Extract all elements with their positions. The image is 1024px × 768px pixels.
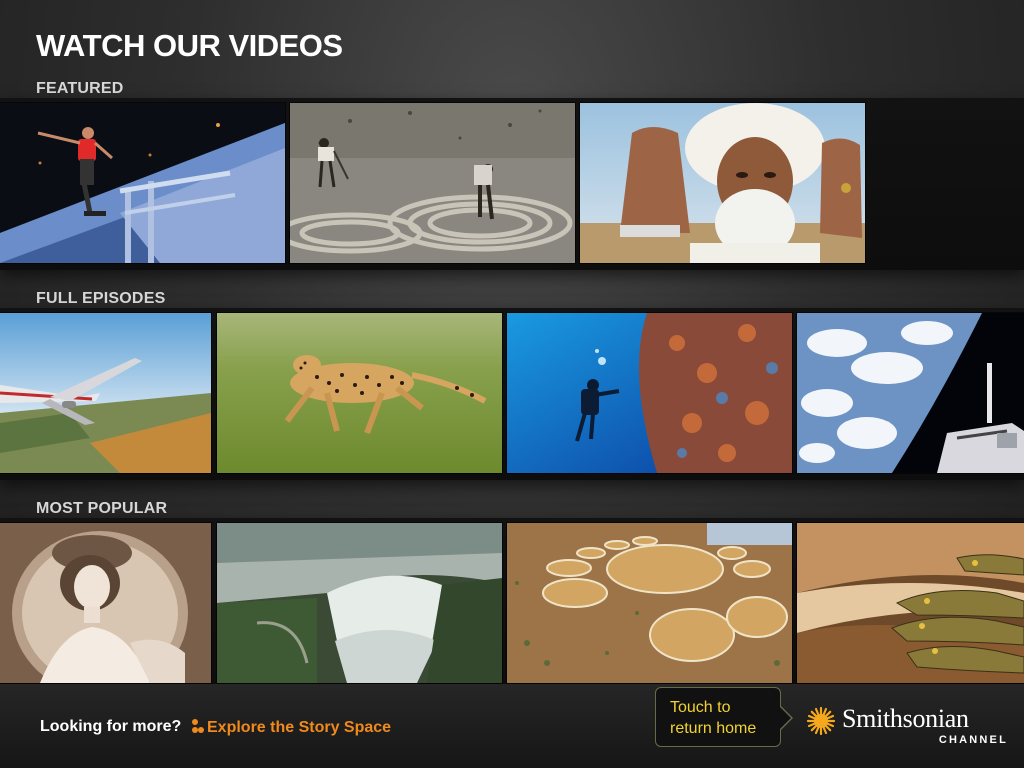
space-shuttle-image [797, 313, 1024, 473]
row-featured [0, 98, 1024, 270]
video-thumb-desert-spirals[interactable] [290, 103, 575, 263]
video-thumb-cheetah[interactable] [217, 313, 502, 473]
smithsonian-channel-logo: Smithsonian CHANNEL [806, 704, 1011, 752]
skateboarder-image [0, 103, 285, 263]
cheetah-image [217, 313, 502, 473]
touch-to-return-home-button[interactable]: Touch to return home [655, 687, 793, 747]
video-thumb-airliner[interactable] [0, 313, 211, 473]
explore-story-space-label: Explore the Story Space [207, 719, 392, 736]
page-title: WATCH OUR VIDEOS [36, 28, 343, 63]
looking-for-more-text: Looking for more? [40, 718, 182, 735]
video-thumb-vintage-portrait[interactable] [0, 523, 211, 683]
logo-channel-text: CHANNEL [938, 734, 1008, 746]
diver-image [507, 313, 792, 473]
story-space-icon [192, 719, 204, 733]
row-full-episodes [0, 308, 1024, 480]
video-thumb-baby-crocodiles[interactable] [797, 523, 1024, 683]
video-thumb-circle-fields[interactable] [507, 523, 792, 683]
home-button-label: Touch to return home [670, 699, 757, 737]
sun-logo-icon [806, 706, 836, 736]
footer-bar: Looking for more? Explore the Story Spac… [0, 684, 1024, 768]
explore-story-space-link[interactable]: Explore the Story Space [191, 718, 391, 737]
airliner-image [0, 313, 211, 473]
video-thumb-praying-man[interactable] [580, 103, 865, 263]
video-thumb-skateboarder[interactable] [0, 103, 285, 263]
waterfall-image [217, 523, 502, 683]
logo-smithsonian-text: Smithsonian [842, 704, 969, 733]
section-label-full-episodes: FULL EPISODES [36, 290, 166, 307]
section-label-most-popular: MOST POPULAR [36, 500, 168, 517]
vintage-portrait-image [0, 523, 211, 683]
row-most-popular [0, 518, 1024, 690]
praying-man-image [580, 103, 865, 263]
video-thumb-space-shuttle[interactable] [797, 313, 1024, 473]
circle-fields-image [507, 523, 792, 683]
watch-videos-screen: WATCH OUR VIDEOS FEATURED FULL EPISODES … [0, 0, 1024, 768]
video-thumb-waterfall[interactable] [217, 523, 502, 683]
desert-spirals-image [290, 103, 575, 263]
baby-crocodiles-image [797, 523, 1024, 683]
section-label-featured: FEATURED [36, 80, 124, 97]
video-thumb-diver[interactable] [507, 313, 792, 473]
